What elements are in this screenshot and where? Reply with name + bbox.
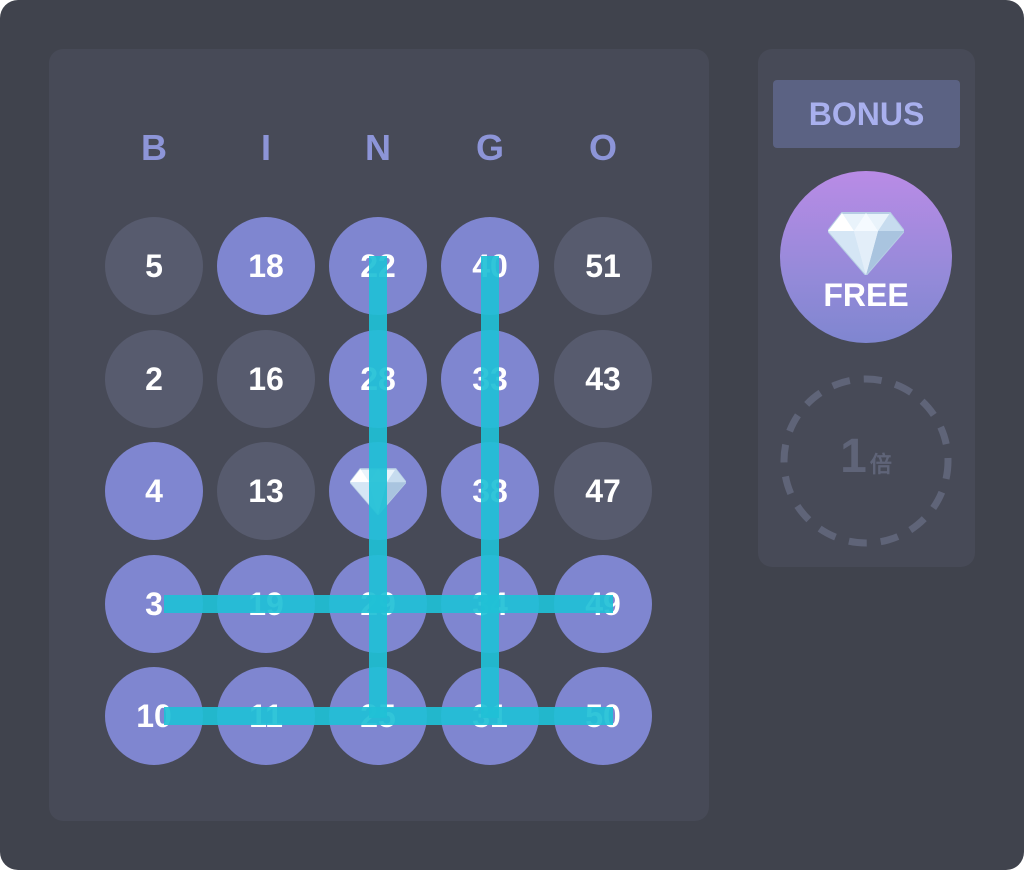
bingo-cell[interactable]: 25 bbox=[329, 667, 427, 765]
cell-number: 2 bbox=[145, 360, 163, 397]
bingo-cell[interactable]: 13 bbox=[217, 442, 315, 540]
bingo-cell[interactable]: 43 bbox=[554, 330, 652, 428]
cell-number: 13 bbox=[248, 472, 284, 509]
bingo-cell[interactable]: 4 bbox=[105, 442, 203, 540]
cell-number: 19 bbox=[248, 585, 284, 622]
bingo-cell[interactable]: 5 bbox=[105, 217, 203, 315]
game-frame: B I N G O 5 18 22 40 51 2 16 28 33 43 4 13 38 47 3 19 29 34 49… bbox=[0, 0, 1024, 870]
bingo-cell[interactable]: 2 bbox=[105, 330, 203, 428]
bingo-cell[interactable]: 10 bbox=[105, 667, 203, 765]
bingo-cell[interactable]: 49 bbox=[554, 555, 652, 653]
cell-number: 10 bbox=[136, 697, 172, 734]
cell-number: 16 bbox=[248, 360, 284, 397]
free-label: FREE bbox=[823, 277, 909, 313]
cell-number: 50 bbox=[585, 697, 621, 734]
header-letter-i: I bbox=[260, 127, 271, 168]
bingo-cell[interactable]: 50 bbox=[554, 667, 652, 765]
multiplier-unit: 倍 bbox=[869, 452, 892, 477]
cell-number: 33 bbox=[472, 360, 508, 397]
diamond-icon bbox=[828, 212, 904, 275]
header-letter-g: G bbox=[475, 127, 504, 168]
cell-number: 40 bbox=[472, 247, 508, 284]
cell-number: 28 bbox=[360, 360, 396, 397]
cell-number: 4 bbox=[145, 472, 163, 509]
diamond-icon bbox=[350, 468, 406, 515]
bingo-cell[interactable]: 40 bbox=[441, 217, 539, 315]
cell-number: 29 bbox=[360, 585, 396, 622]
header-letter-o: O bbox=[588, 127, 617, 168]
cell-number: 11 bbox=[249, 697, 283, 734]
bingo-cell[interactable]: 18 bbox=[217, 217, 315, 315]
bingo-cell[interactable]: 28 bbox=[329, 330, 427, 428]
bingo-cell[interactable]: 38 bbox=[441, 442, 539, 540]
bingo-cell[interactable]: 33 bbox=[441, 330, 539, 428]
cell-number: 38 bbox=[472, 472, 508, 509]
bingo-cell[interactable]: 19 bbox=[217, 555, 315, 653]
cell-number: 34 bbox=[472, 585, 508, 622]
multiplier-badge: 1倍 bbox=[780, 375, 952, 547]
header-letter-b: B bbox=[141, 127, 167, 168]
multiplier-value: 1 bbox=[840, 430, 867, 483]
free-badge[interactable]: FREE bbox=[780, 171, 952, 343]
header-letter-n: N bbox=[365, 127, 391, 168]
cell-number: 47 bbox=[585, 472, 621, 509]
cell-number: 18 bbox=[248, 247, 284, 284]
cell-number: 5 bbox=[145, 247, 163, 284]
bingo-cell[interactable]: 22 bbox=[329, 217, 427, 315]
bingo-cell[interactable]: 47 bbox=[554, 442, 652, 540]
bonus-tab[interactable]: BONUS bbox=[773, 80, 960, 148]
cell-number: 51 bbox=[585, 247, 621, 284]
cell-number: 49 bbox=[585, 585, 621, 622]
bingo-cell[interactable]: 16 bbox=[217, 330, 315, 428]
bingo-cell[interactable]: 34 bbox=[441, 555, 539, 653]
bingo-cell[interactable]: 29 bbox=[329, 555, 427, 653]
bingo-cell[interactable]: 31 bbox=[441, 667, 539, 765]
bingo-cell[interactable]: 51 bbox=[554, 217, 652, 315]
cell-number: 25 bbox=[360, 697, 396, 734]
bingo-cell[interactable]: 11 bbox=[217, 667, 315, 765]
cell-number: 22 bbox=[360, 247, 396, 284]
cell-number: 31 bbox=[472, 697, 508, 734]
cell-number: 3 bbox=[145, 585, 163, 622]
cell-number: 43 bbox=[585, 360, 621, 397]
bingo-cell-free[interactable] bbox=[329, 442, 427, 540]
bingo-cell[interactable]: 3 bbox=[105, 555, 203, 653]
